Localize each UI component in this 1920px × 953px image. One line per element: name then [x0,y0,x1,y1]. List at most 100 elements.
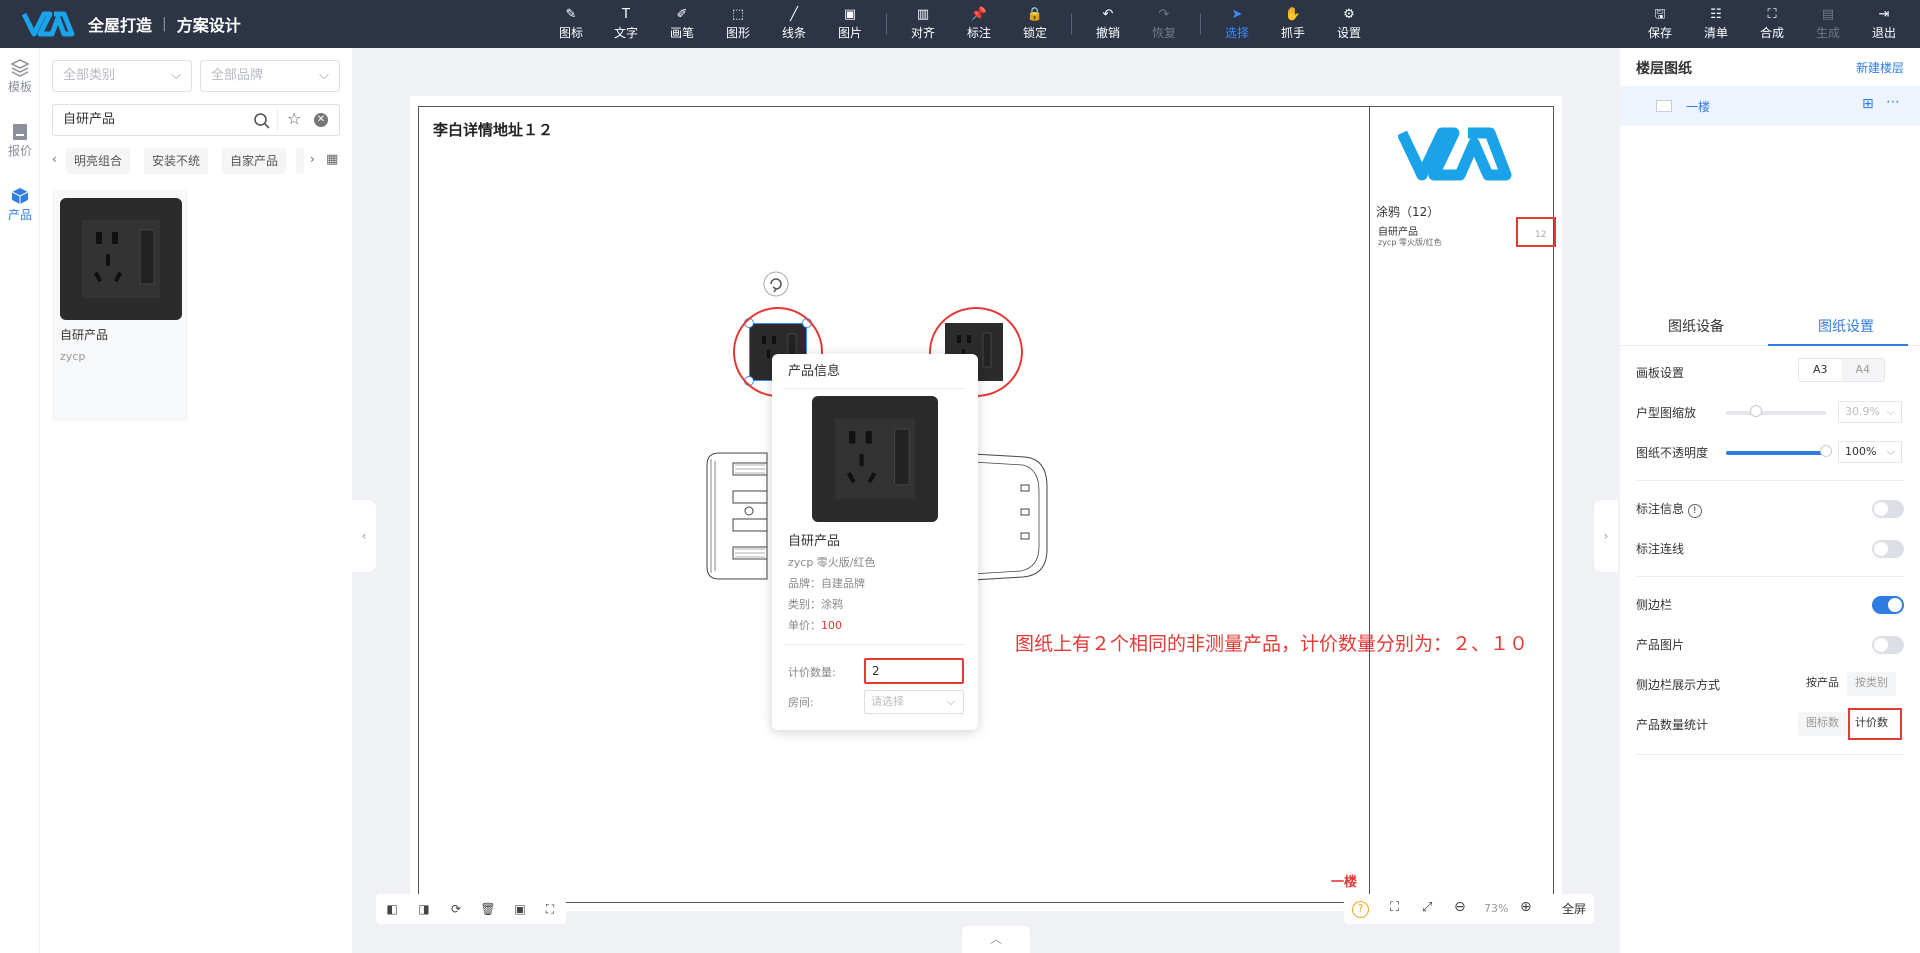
shape-icon: ⬚ [731,7,745,22]
sidebar-mode-by-category[interactable]: 按类别 [1847,672,1896,696]
opacity-slider-knob[interactable] [1820,445,1832,457]
gear-icon: ⚙ [1343,7,1355,22]
tab-drawing-settings[interactable]: 图纸设置 [1818,316,1874,336]
fullscreen-button[interactable]: 全屏 [1554,894,1594,924]
save-button[interactable]: 🖫 保存 [1640,6,1680,44]
scale-slider-knob[interactable] [1750,405,1762,417]
zoom-in-icon[interactable]: ⊕ [1520,899,1532,915]
filter-chip-partial[interactable] [296,148,304,174]
list-button[interactable]: ☷ 清单 [1696,6,1736,44]
expand-up-button[interactable]: ︿ [962,926,1030,953]
layer-down-icon[interactable]: ◨ [416,901,432,917]
tab-drawing-devices[interactable]: 图纸设备 [1668,316,1724,336]
scale-slider[interactable] [1726,411,1826,415]
product-panel: 全部类别 ⌵ 全部品牌 ⌵ 自研产品 ☆ ✕ ‹ 明亮组合 安装不统 自家产品 … [40,48,352,953]
board-label: 画板设置 [1636,366,1685,380]
generate-button[interactable]: ▤ 生成 [1808,6,1848,44]
delete-icon[interactable]: 🗑 [480,901,496,917]
mark-info-toggle[interactable] [1872,500,1904,518]
drawing-canvas[interactable]: 李白详情地址１２ 图纸上有２个相同的非测量产品，计价数量分别为：２、１０ 一楼 … [410,96,1562,911]
collapse-left-button[interactable]: ‹ [352,500,376,572]
popover-product-name: 自研产品 [788,534,841,549]
new-floor-link[interactable]: 新建楼层 [1856,59,1904,76]
rail-item-quote[interactable]: 报价 [0,118,40,166]
chevron-right-icon[interactable]: › [310,152,315,166]
sidebar-mode-label: 侧边栏展示方式 [1636,678,1721,692]
expand-icon[interactable]: ⤢ [1422,900,1432,915]
tool-settings[interactable]: ⚙ 设置 [1329,6,1369,44]
rotate-icon[interactable]: ⟳ [448,901,464,917]
floor-item[interactable]: 一楼 ⊞ ⋯ [1620,86,1920,126]
filter-chip[interactable]: 安装不统 [144,148,209,174]
rail-item-template[interactable]: 模板 [0,54,40,102]
app-name: 全屋打造 [88,16,153,35]
search-icon[interactable] [253,112,271,130]
filter-chip[interactable]: 明亮组合 [66,148,131,174]
scale-select[interactable]: 30.9% ⌵ [1838,401,1902,423]
tool-lock[interactable]: 🔒 锁定 [1015,6,1055,44]
star-icon[interactable]: ☆ [287,109,301,128]
collapse-right-button[interactable]: › [1594,500,1618,572]
tool-line[interactable]: ╱ 线条 [774,6,814,44]
brand-select[interactable]: 全部品牌 ⌵ [200,60,340,92]
popover-price: 单价：100 [788,619,842,632]
tool-align[interactable]: ▥ 对齐 [903,6,943,44]
fit-icon[interactable]: ⛶ [1390,900,1399,915]
info-icon[interactable]: ! [1687,504,1702,518]
rail-item-product[interactable]: 产品 [0,182,40,230]
tool-annotate[interactable]: 📌 标注 [959,6,999,44]
tool-hand[interactable]: ✋ 抓手 [1273,6,1313,44]
board-option-a3[interactable]: A3 [1799,359,1842,381]
popover-brand: 品牌：自建品牌 [788,577,865,590]
sidebar-mode-toggle: 按产品 按类别 [1798,672,1896,696]
rotate-icon[interactable] [763,271,789,297]
board-option-a4[interactable]: A4 [1841,359,1885,381]
module-name: 方案设计 [176,16,241,35]
tool-image[interactable]: ▣ 图片 [830,6,870,44]
tool-shape[interactable]: ⬚ 图形 [718,6,758,44]
tool-text[interactable]: T 文字 [606,6,646,44]
more-icon[interactable]: ⋯ [1886,94,1900,110]
tool-undo[interactable]: ↶ 撤销 [1088,6,1128,44]
filter-chip[interactable]: 自家产品 [222,148,287,174]
qty-input[interactable]: 2 [864,658,964,684]
product-card[interactable]: 自研产品 zycp [52,190,188,422]
exit-button[interactable]: ⇥ 退出 [1864,6,1904,44]
socket-image [82,220,160,298]
clear-icon[interactable]: ✕ [314,113,328,127]
room-select[interactable]: 请选择 ⌵ [864,690,964,714]
layer-up-icon[interactable]: ◧ [384,901,400,917]
popover-title: 产品信息 [788,364,841,379]
crop-icon[interactable]: ⛶ [542,901,558,917]
help-icon[interactable]: ? [1352,901,1369,918]
grid-icon[interactable]: ▦ [326,152,338,167]
toolbar-divider [1200,13,1201,35]
tool-brush[interactable]: ✐ 画笔 [662,6,702,44]
floor-name: 一楼 [1686,100,1711,114]
mark-info-label: 标注信息 ! [1636,500,1702,518]
tool-redo[interactable]: ↷ 恢复 [1144,6,1184,44]
sidebar-toggle[interactable] [1872,596,1904,614]
product-image-label: 产品图片 [1636,638,1685,652]
add-drawing-icon[interactable]: ⊞ [1862,96,1874,112]
mark-line-toggle[interactable] [1872,540,1904,558]
compose-button[interactable]: ⛶ 合成 [1752,6,1792,44]
category-select[interactable]: 全部类别 ⌵ [52,60,192,92]
search-input[interactable]: 自研产品 ☆ ✕ [52,104,340,136]
socket-image [834,418,916,500]
top-toolbar: 全屋打造 | 方案设计 ✎ 图标 T 文字 ✐ 画笔 ⬚ 图形 ╱ 线条 ▣ 图片 ▥ 对齐 … [0,0,1920,48]
line-icon: ╱ [790,7,798,22]
group-icon[interactable]: ▣ [512,901,528,917]
tool-icon[interactable]: ✎ 图标 [551,6,591,44]
board-size-toggle: A3 A4 [1798,358,1886,382]
popover-spec: zycp 零火版/红色 [788,556,876,569]
chevron-left-icon[interactable]: ‹ [52,152,57,166]
tool-select[interactable]: ➤ 选择 [1217,6,1257,44]
sidebar-mode-by-product[interactable]: 按产品 [1798,672,1847,696]
product-image-toggle[interactable] [1872,636,1904,654]
zoom-out-icon[interactable]: ⊖ [1454,899,1466,915]
opacity-select[interactable]: 100% ⌵ [1838,441,1902,463]
brush-icon: ✐ [676,7,688,22]
count-mode-icons[interactable]: 图标数 [1798,712,1847,736]
opacity-fill [1726,451,1826,455]
